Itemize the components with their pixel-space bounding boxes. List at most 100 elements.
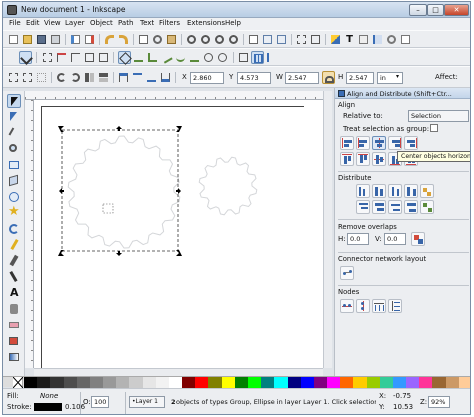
group-icon[interactable] xyxy=(295,33,308,46)
menu-file[interactable]: File xyxy=(9,19,21,27)
clone-icon[interactable] xyxy=(261,33,274,46)
color-swatch[interactable] xyxy=(274,377,289,388)
rectangle-tool-icon[interactable] xyxy=(7,158,21,172)
distribute-right-edges-icon[interactable] xyxy=(388,184,402,198)
pen-tool-icon[interactable] xyxy=(7,254,21,268)
color-swatch[interactable] xyxy=(366,377,381,388)
star-tool-icon[interactable]: ★ xyxy=(7,204,21,220)
menu-extensions[interactable]: Extensions xyxy=(187,19,225,27)
color-swatch[interactable] xyxy=(392,377,407,388)
calligraphy-tool-icon[interactable] xyxy=(7,270,21,284)
snap-bbox-corner-icon[interactable] xyxy=(69,51,82,64)
x-field[interactable]: 2.860 xyxy=(190,72,224,84)
deselect-icon[interactable] xyxy=(35,71,48,84)
lock-proportions-icon[interactable] xyxy=(322,71,335,84)
color-swatch[interactable] xyxy=(24,377,38,388)
flip-vertical-icon[interactable] xyxy=(97,71,110,84)
snap-smooth-icon[interactable] xyxy=(174,51,187,64)
w-field[interactable]: 2.547 xyxy=(285,72,319,84)
open-icon[interactable] xyxy=(21,33,34,46)
menu-object[interactable]: Object xyxy=(90,19,113,27)
scale-handle-bottom-left[interactable] xyxy=(58,250,64,256)
horizontal-ruler[interactable] xyxy=(25,91,331,100)
color-swatch[interactable] xyxy=(195,377,210,388)
color-swatch[interactable] xyxy=(89,377,104,388)
menu-layer[interactable]: Layer xyxy=(65,19,85,27)
text-tool-icon[interactable]: A xyxy=(7,286,21,300)
print-icon[interactable] xyxy=(49,33,62,46)
gear-object-2[interactable] xyxy=(198,156,258,216)
treat-as-group-checkbox[interactable] xyxy=(430,124,438,132)
color-swatch[interactable] xyxy=(419,377,434,388)
scale-handle-top-left[interactable] xyxy=(58,126,64,132)
menu-view[interactable]: View xyxy=(44,19,61,27)
y-field[interactable]: 4.573 xyxy=(237,72,271,84)
vertical-scrollbar[interactable] xyxy=(323,91,332,368)
lower-icon[interactable] xyxy=(145,71,158,84)
color-swatch[interactable] xyxy=(261,377,276,388)
gear-outline[interactable] xyxy=(198,156,258,216)
save-icon[interactable] xyxy=(35,33,48,46)
align-top-edges-icon[interactable] xyxy=(356,152,370,166)
distribute-centers-h-icon[interactable] xyxy=(372,184,386,198)
color-swatch[interactable] xyxy=(313,377,328,388)
distribute-left-edges-icon[interactable] xyxy=(356,184,370,198)
unlink-clone-icon[interactable] xyxy=(275,33,288,46)
align-right-edges-icon[interactable] xyxy=(388,136,402,150)
export-icon[interactable] xyxy=(83,33,96,46)
color-swatch[interactable] xyxy=(116,377,131,388)
close-button[interactable]: ✕ xyxy=(444,4,469,16)
current-layer-select[interactable]: •Layer 1 xyxy=(129,396,165,408)
paint-bucket-tool-icon[interactable] xyxy=(7,334,21,348)
opacity-field[interactable]: 100 xyxy=(91,396,109,408)
paste-icon[interactable] xyxy=(165,33,178,46)
drawing-canvas[interactable] xyxy=(34,100,323,368)
zoom-selection-icon[interactable] xyxy=(185,33,198,46)
duplicate-icon[interactable] xyxy=(247,33,260,46)
flip-horizontal-icon[interactable] xyxy=(83,71,96,84)
undo-icon[interactable] xyxy=(103,33,116,46)
snap-page-border-icon[interactable] xyxy=(237,51,250,64)
distribute-gaps-v-icon[interactable] xyxy=(404,200,418,214)
menu-help[interactable]: Help xyxy=(225,19,241,27)
scale-handle-bottom-right[interactable] xyxy=(176,250,182,256)
vertical-ruler[interactable] xyxy=(25,100,34,368)
align-bottom-to-top-icon[interactable] xyxy=(340,152,354,166)
copy-icon[interactable] xyxy=(137,33,150,46)
h-gap-field[interactable]: 0.0 xyxy=(347,233,369,245)
redo-icon[interactable] xyxy=(117,33,130,46)
color-swatch[interactable] xyxy=(287,377,302,388)
menu-path[interactable]: Path xyxy=(118,19,133,27)
color-swatch[interactable] xyxy=(155,377,170,388)
distribute-nodes-h-icon[interactable] xyxy=(372,299,386,313)
scale-handle-bottom[interactable] xyxy=(116,251,122,256)
snap-midpoint-icon[interactable] xyxy=(188,51,201,64)
unit-select[interactable]: in xyxy=(377,72,403,84)
color-swatch[interactable] xyxy=(182,377,197,388)
color-swatch[interactable] xyxy=(234,377,249,388)
distribute-nodes-v-icon[interactable] xyxy=(388,299,402,313)
color-swatch[interactable] xyxy=(76,377,91,388)
snap-bbox-icon[interactable] xyxy=(41,51,54,64)
h-field[interactable]: 2.547 xyxy=(346,72,374,84)
rotate-ccw-icon[interactable] xyxy=(55,71,68,84)
color-swatch[interactable] xyxy=(340,377,355,388)
select-all-icon[interactable] xyxy=(7,71,20,84)
relative-to-select[interactable]: Selection xyxy=(408,110,469,122)
distribute-gaps-h-icon[interactable] xyxy=(404,184,418,198)
align-nodes-v-icon[interactable] xyxy=(356,299,370,313)
preferences-icon[interactable] xyxy=(385,33,398,46)
align-distribute-icon[interactable] xyxy=(371,33,384,46)
color-swatch[interactable] xyxy=(103,377,118,388)
align-left-edges-to-right-icon[interactable] xyxy=(404,136,418,150)
minimize-button[interactable]: – xyxy=(409,4,427,16)
snap-cusp-icon[interactable] xyxy=(160,51,173,64)
color-swatch[interactable] xyxy=(63,377,78,388)
arrange-connectors-icon[interactable] xyxy=(340,266,354,280)
color-swatch[interactable] xyxy=(129,377,144,388)
no-paint-swatch[interactable] xyxy=(12,376,24,389)
randomize-centers-icon[interactable] xyxy=(420,184,434,198)
cut-icon[interactable] xyxy=(151,33,164,46)
ellipse-tool-icon[interactable] xyxy=(7,190,21,204)
snap-bbox-center-icon[interactable] xyxy=(97,51,110,64)
